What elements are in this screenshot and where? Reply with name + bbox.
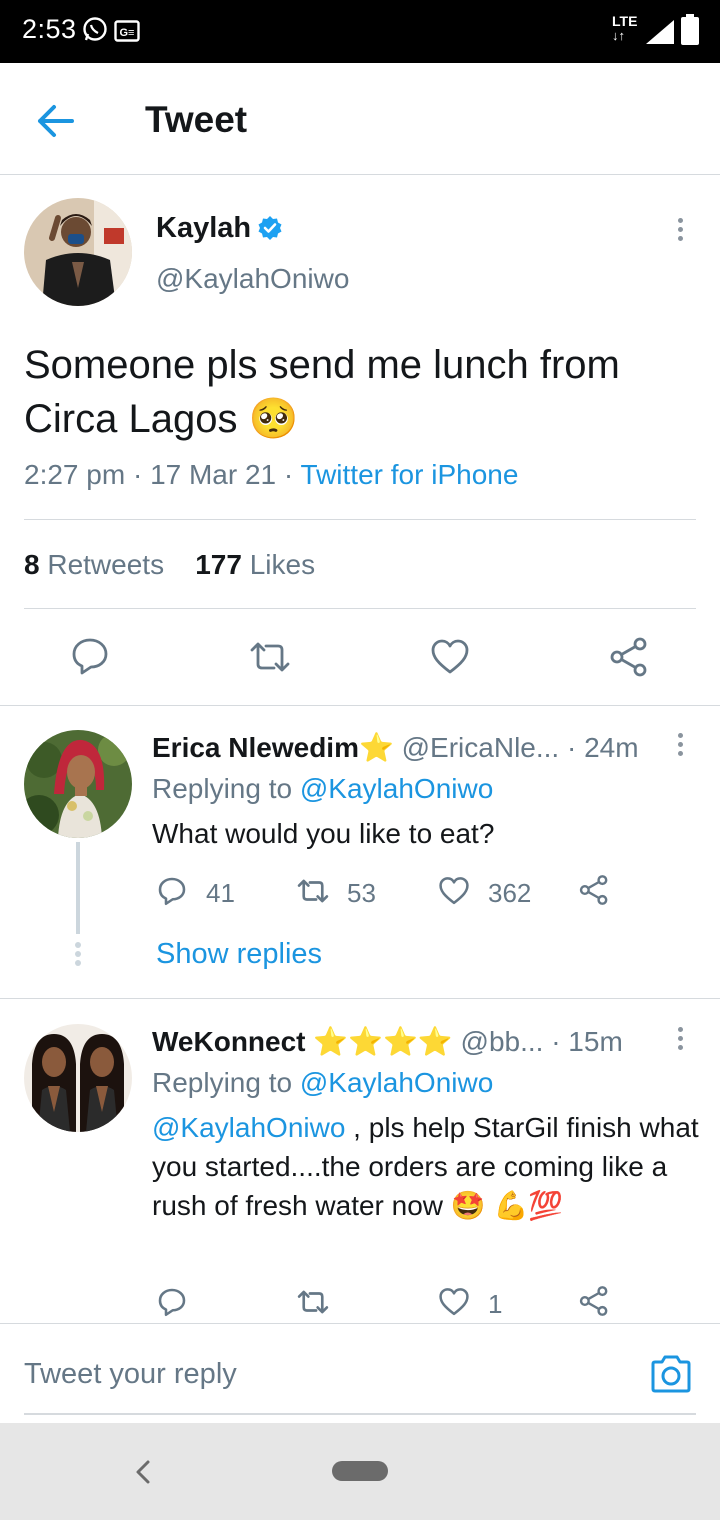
svg-text:G≡: G≡ xyxy=(120,27,135,39)
camera-icon[interactable] xyxy=(650,1354,692,1394)
page-title: Tweet xyxy=(145,99,248,140)
reply-time: · 24m xyxy=(566,732,639,763)
show-replies-link[interactable]: Show replies xyxy=(156,938,322,971)
reply-input[interactable]: Tweet your reply xyxy=(24,1358,237,1391)
like-count: 1 xyxy=(488,1289,503,1319)
like-icon[interactable] xyxy=(430,638,470,676)
tweet-text: Someone pls send me lunch from Circa Lag… xyxy=(24,343,620,441)
divider xyxy=(24,519,696,520)
divider xyxy=(0,998,720,999)
reply-count: 41 xyxy=(206,878,235,908)
more-options-icon[interactable] xyxy=(675,733,685,763)
thread-dot xyxy=(75,942,81,948)
reply-time: · 15m xyxy=(551,1026,623,1057)
composer-underline xyxy=(24,1413,696,1415)
tweet-stats: 8 Retweets 177 Likes xyxy=(24,549,315,581)
nav-back-icon[interactable] xyxy=(132,1459,154,1485)
home-pill[interactable] xyxy=(332,1461,388,1481)
like-icon[interactable] xyxy=(438,876,470,906)
retweets-stat[interactable]: 8 Retweets xyxy=(24,549,164,580)
tweet-time: 2:27 pm xyxy=(24,459,126,490)
more-options-icon[interactable] xyxy=(675,218,685,248)
reply-author-handle[interactable]: @bb... xyxy=(461,1026,544,1057)
system-nav-bar xyxy=(0,1423,720,1520)
reply-icon[interactable] xyxy=(157,1287,187,1317)
retweets-label: Retweets xyxy=(47,549,165,580)
likes-stat[interactable]: 177 Likes xyxy=(195,549,315,580)
like-icon[interactable] xyxy=(438,1287,470,1317)
battery-icon xyxy=(681,14,699,45)
meta-separator: · xyxy=(283,459,301,490)
replying-to: Replying to @KaylahOniwo xyxy=(152,773,493,805)
tweet-source[interactable]: Twitter for iPhone xyxy=(301,459,519,490)
avatar[interactable] xyxy=(24,198,132,306)
author-handle[interactable]: @KaylahOniwo xyxy=(156,263,349,295)
more-options-icon[interactable] xyxy=(675,1027,685,1057)
retweets-count: 8 xyxy=(24,549,40,580)
status-time: 2:53 xyxy=(22,14,77,44)
retweet-count: 53 xyxy=(347,878,376,908)
reply-composer[interactable]: Tweet your reply xyxy=(0,1323,720,1423)
divider xyxy=(24,608,696,609)
whatsapp-icon xyxy=(83,17,107,41)
avatar[interactable] xyxy=(24,1024,132,1132)
meta-separator: · xyxy=(132,459,151,490)
replying-prefix: Replying to xyxy=(152,1067,293,1098)
replying-to-handle[interactable]: @KaylahOniwo xyxy=(300,773,493,804)
reply-author-name[interactable]: WeKonnect ⭐⭐⭐⭐ xyxy=(152,1026,453,1057)
network-type: LTE ↓↑ xyxy=(612,13,638,43)
gallery-icon: G≡ xyxy=(114,20,140,42)
verified-badge-icon xyxy=(258,216,282,240)
reply-text: What would you like to eat? xyxy=(152,818,495,849)
retweet-icon[interactable] xyxy=(248,640,292,674)
thread-line xyxy=(76,842,80,934)
likes-label: Likes xyxy=(249,549,316,580)
retweet-icon[interactable] xyxy=(296,877,330,905)
share-icon[interactable] xyxy=(578,1285,610,1317)
reply-author-name[interactable]: Erica Nlewedim⭐ xyxy=(152,732,394,763)
signal-icon xyxy=(646,20,674,44)
avatar[interactable] xyxy=(24,730,132,838)
reply-author-handle[interactable]: @EricaNle... xyxy=(402,732,560,763)
reply-icon[interactable] xyxy=(70,636,110,676)
author-name[interactable]: Kaylah xyxy=(156,212,251,245)
replying-to: Replying to @KaylahOniwo xyxy=(152,1067,493,1099)
reply-header: WeKonnect ⭐⭐⭐⭐ @bb... · 15m xyxy=(152,1025,652,1058)
divider xyxy=(0,705,720,706)
tweet-date: 17 Mar 21 xyxy=(150,459,277,490)
network-label: LTE xyxy=(612,13,638,29)
replying-prefix: Replying to xyxy=(152,773,293,804)
replying-to-handle[interactable]: @KaylahOniwo xyxy=(300,1067,493,1098)
retweet-icon[interactable] xyxy=(296,1288,330,1316)
thread-dot xyxy=(75,960,81,966)
share-icon[interactable] xyxy=(608,636,650,678)
top-app-bar: Tweet xyxy=(0,63,720,175)
share-icon[interactable] xyxy=(578,874,610,906)
thread-dot xyxy=(75,951,81,957)
reply-icon[interactable] xyxy=(157,876,187,906)
reply-text: @KaylahOniwo , pls help StarGil finish w… xyxy=(152,1108,700,1225)
like-count: 362 xyxy=(488,878,532,908)
tweet-meta: 2:27 pm · 17 Mar 21 · Twitter for iPhone xyxy=(24,459,518,491)
likes-count: 177 xyxy=(195,549,242,580)
reply-header: Erica Nlewedim⭐ @EricaNle... · 24m xyxy=(152,731,639,764)
back-arrow-icon[interactable] xyxy=(34,101,78,141)
mention-link[interactable]: @KaylahOniwo xyxy=(152,1112,345,1143)
status-bar: 2:53 G≡ LTE ↓↑ xyxy=(0,0,720,63)
